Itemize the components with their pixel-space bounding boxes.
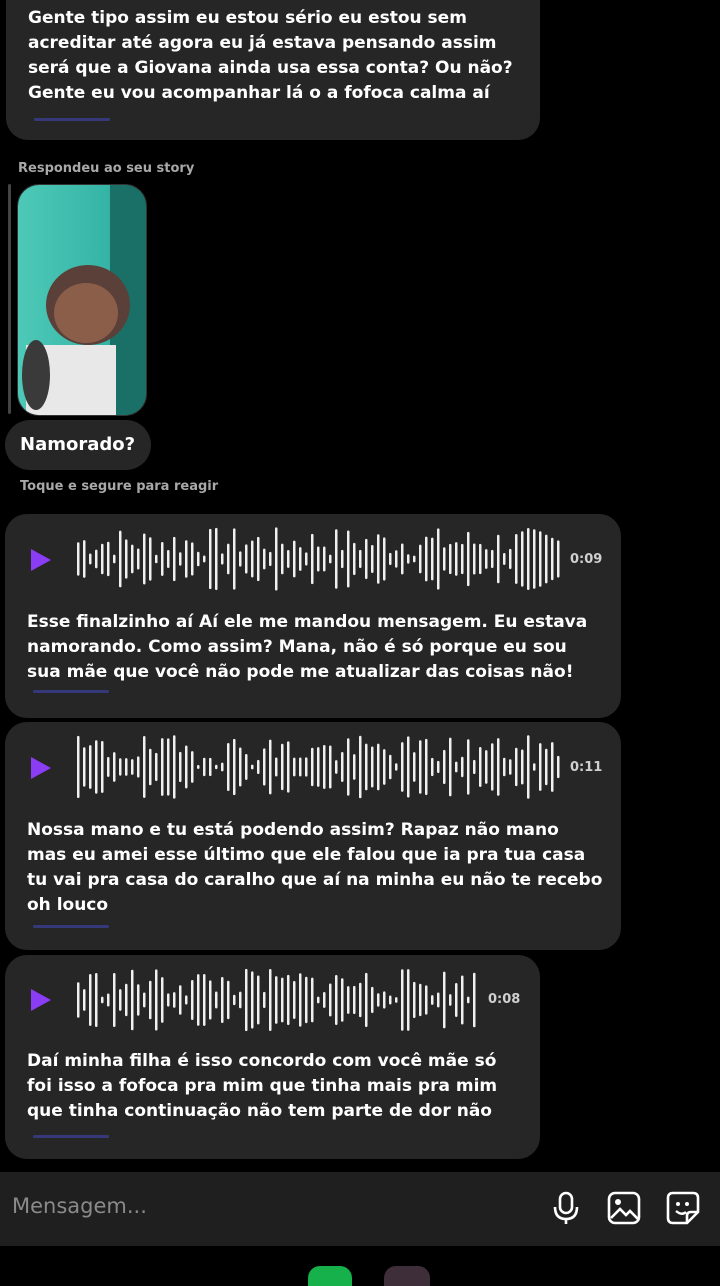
waveform[interactable]: [73, 965, 483, 1035]
see-translation-link[interactable]: [33, 1135, 109, 1138]
system-navigation-bar: [0, 1246, 720, 1286]
message-bubble-top[interactable]: Gente tipo assim eu estou sério eu estou…: [6, 0, 540, 140]
message-composer[interactable]: Mensagem...: [0, 1172, 720, 1246]
story-reply-bar: [8, 184, 11, 414]
sticker-icon[interactable]: [665, 1190, 701, 1230]
waveform[interactable]: [73, 732, 565, 802]
voice-duration: 0:11: [570, 760, 603, 775]
message-text: Gente tipo assim eu estou sério eu estou…: [28, 8, 513, 103]
voice-message[interactable]: 0:09 Esse finalzinho aí Aí ele me mandou…: [5, 514, 621, 718]
voice-transcript: Esse finalzinho aí Aí ele me mandou mens…: [27, 612, 588, 682]
see-translation-link[interactable]: [33, 925, 109, 928]
story-reply-label: Respondeu ao seu story: [18, 161, 195, 176]
gallery-icon[interactable]: [607, 1190, 641, 1230]
voice-duration: 0:08: [488, 992, 521, 1007]
react-hint: Toque e segure para reagir: [20, 479, 219, 494]
voice-duration: 0:09: [570, 552, 603, 567]
story-thumbnail[interactable]: [17, 184, 147, 416]
voice-message[interactable]: 0:11 Nossa mano e tu está podendo assim?…: [5, 722, 621, 950]
voice-transcript: Nossa mano e tu está podendo assim? Rapa…: [27, 820, 603, 915]
microphone-icon[interactable]: [551, 1190, 581, 1230]
play-icon[interactable]: [31, 549, 51, 571]
story-reply-bubble[interactable]: Namorado?: [5, 420, 151, 470]
voice-message[interactable]: 0:08 Daí minha filha é isso concordo com…: [5, 955, 540, 1159]
play-icon[interactable]: [31, 757, 51, 779]
waveform[interactable]: [73, 524, 565, 594]
story-image: [18, 185, 146, 415]
play-icon[interactable]: [31, 989, 51, 1011]
story-reply-text: Namorado?: [20, 434, 136, 455]
message-input[interactable]: Mensagem...: [12, 1194, 147, 1218]
app-icon-red[interactable]: [384, 1266, 430, 1286]
voice-transcript: Daí minha filha é isso concordo com você…: [27, 1051, 498, 1121]
see-translation-link[interactable]: [34, 118, 110, 121]
see-translation-link[interactable]: [33, 690, 109, 693]
app-icon-green[interactable]: [308, 1266, 352, 1286]
